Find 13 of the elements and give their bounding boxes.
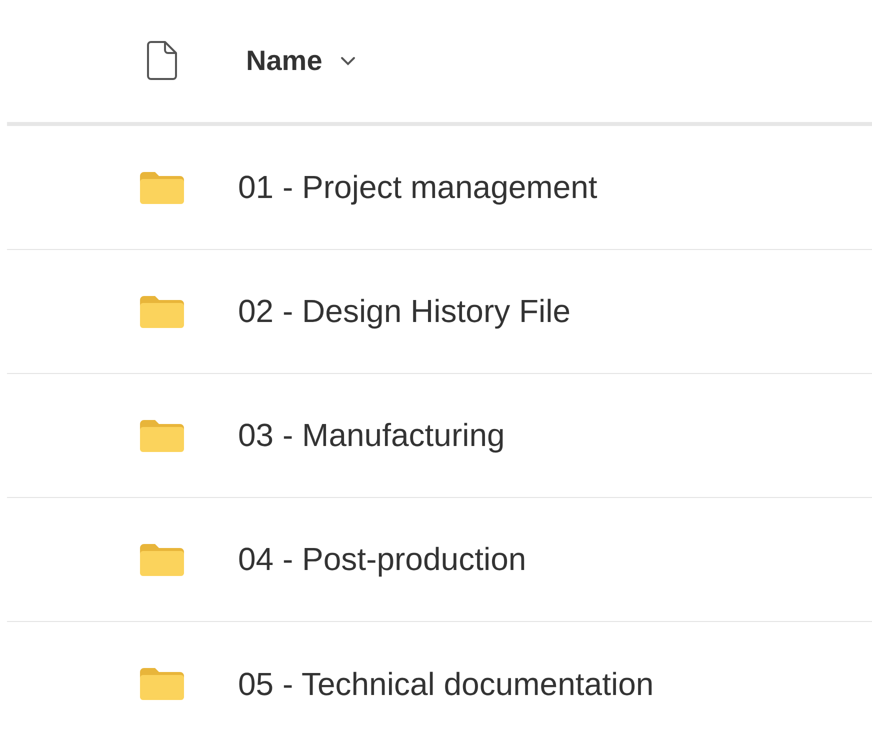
folder-icon <box>137 170 187 206</box>
column-header[interactable]: Name <box>246 45 322 77</box>
document-icon <box>145 41 179 81</box>
folder-name[interactable]: 01 - Project management <box>238 169 598 206</box>
folder-icon <box>137 294 187 330</box>
folder-icon <box>137 542 187 578</box>
folder-icon <box>137 666 187 702</box>
folder-name[interactable]: 04 - Post-production <box>238 541 526 578</box>
chevron-down-icon[interactable] <box>340 56 356 66</box>
folder-name[interactable]: 03 - Manufacturing <box>238 417 505 454</box>
folder-name[interactable]: 02 - Design History File <box>238 293 571 330</box>
folder-name[interactable]: 05 - Technical documentation <box>238 666 654 702</box>
folder-icon <box>137 418 187 454</box>
